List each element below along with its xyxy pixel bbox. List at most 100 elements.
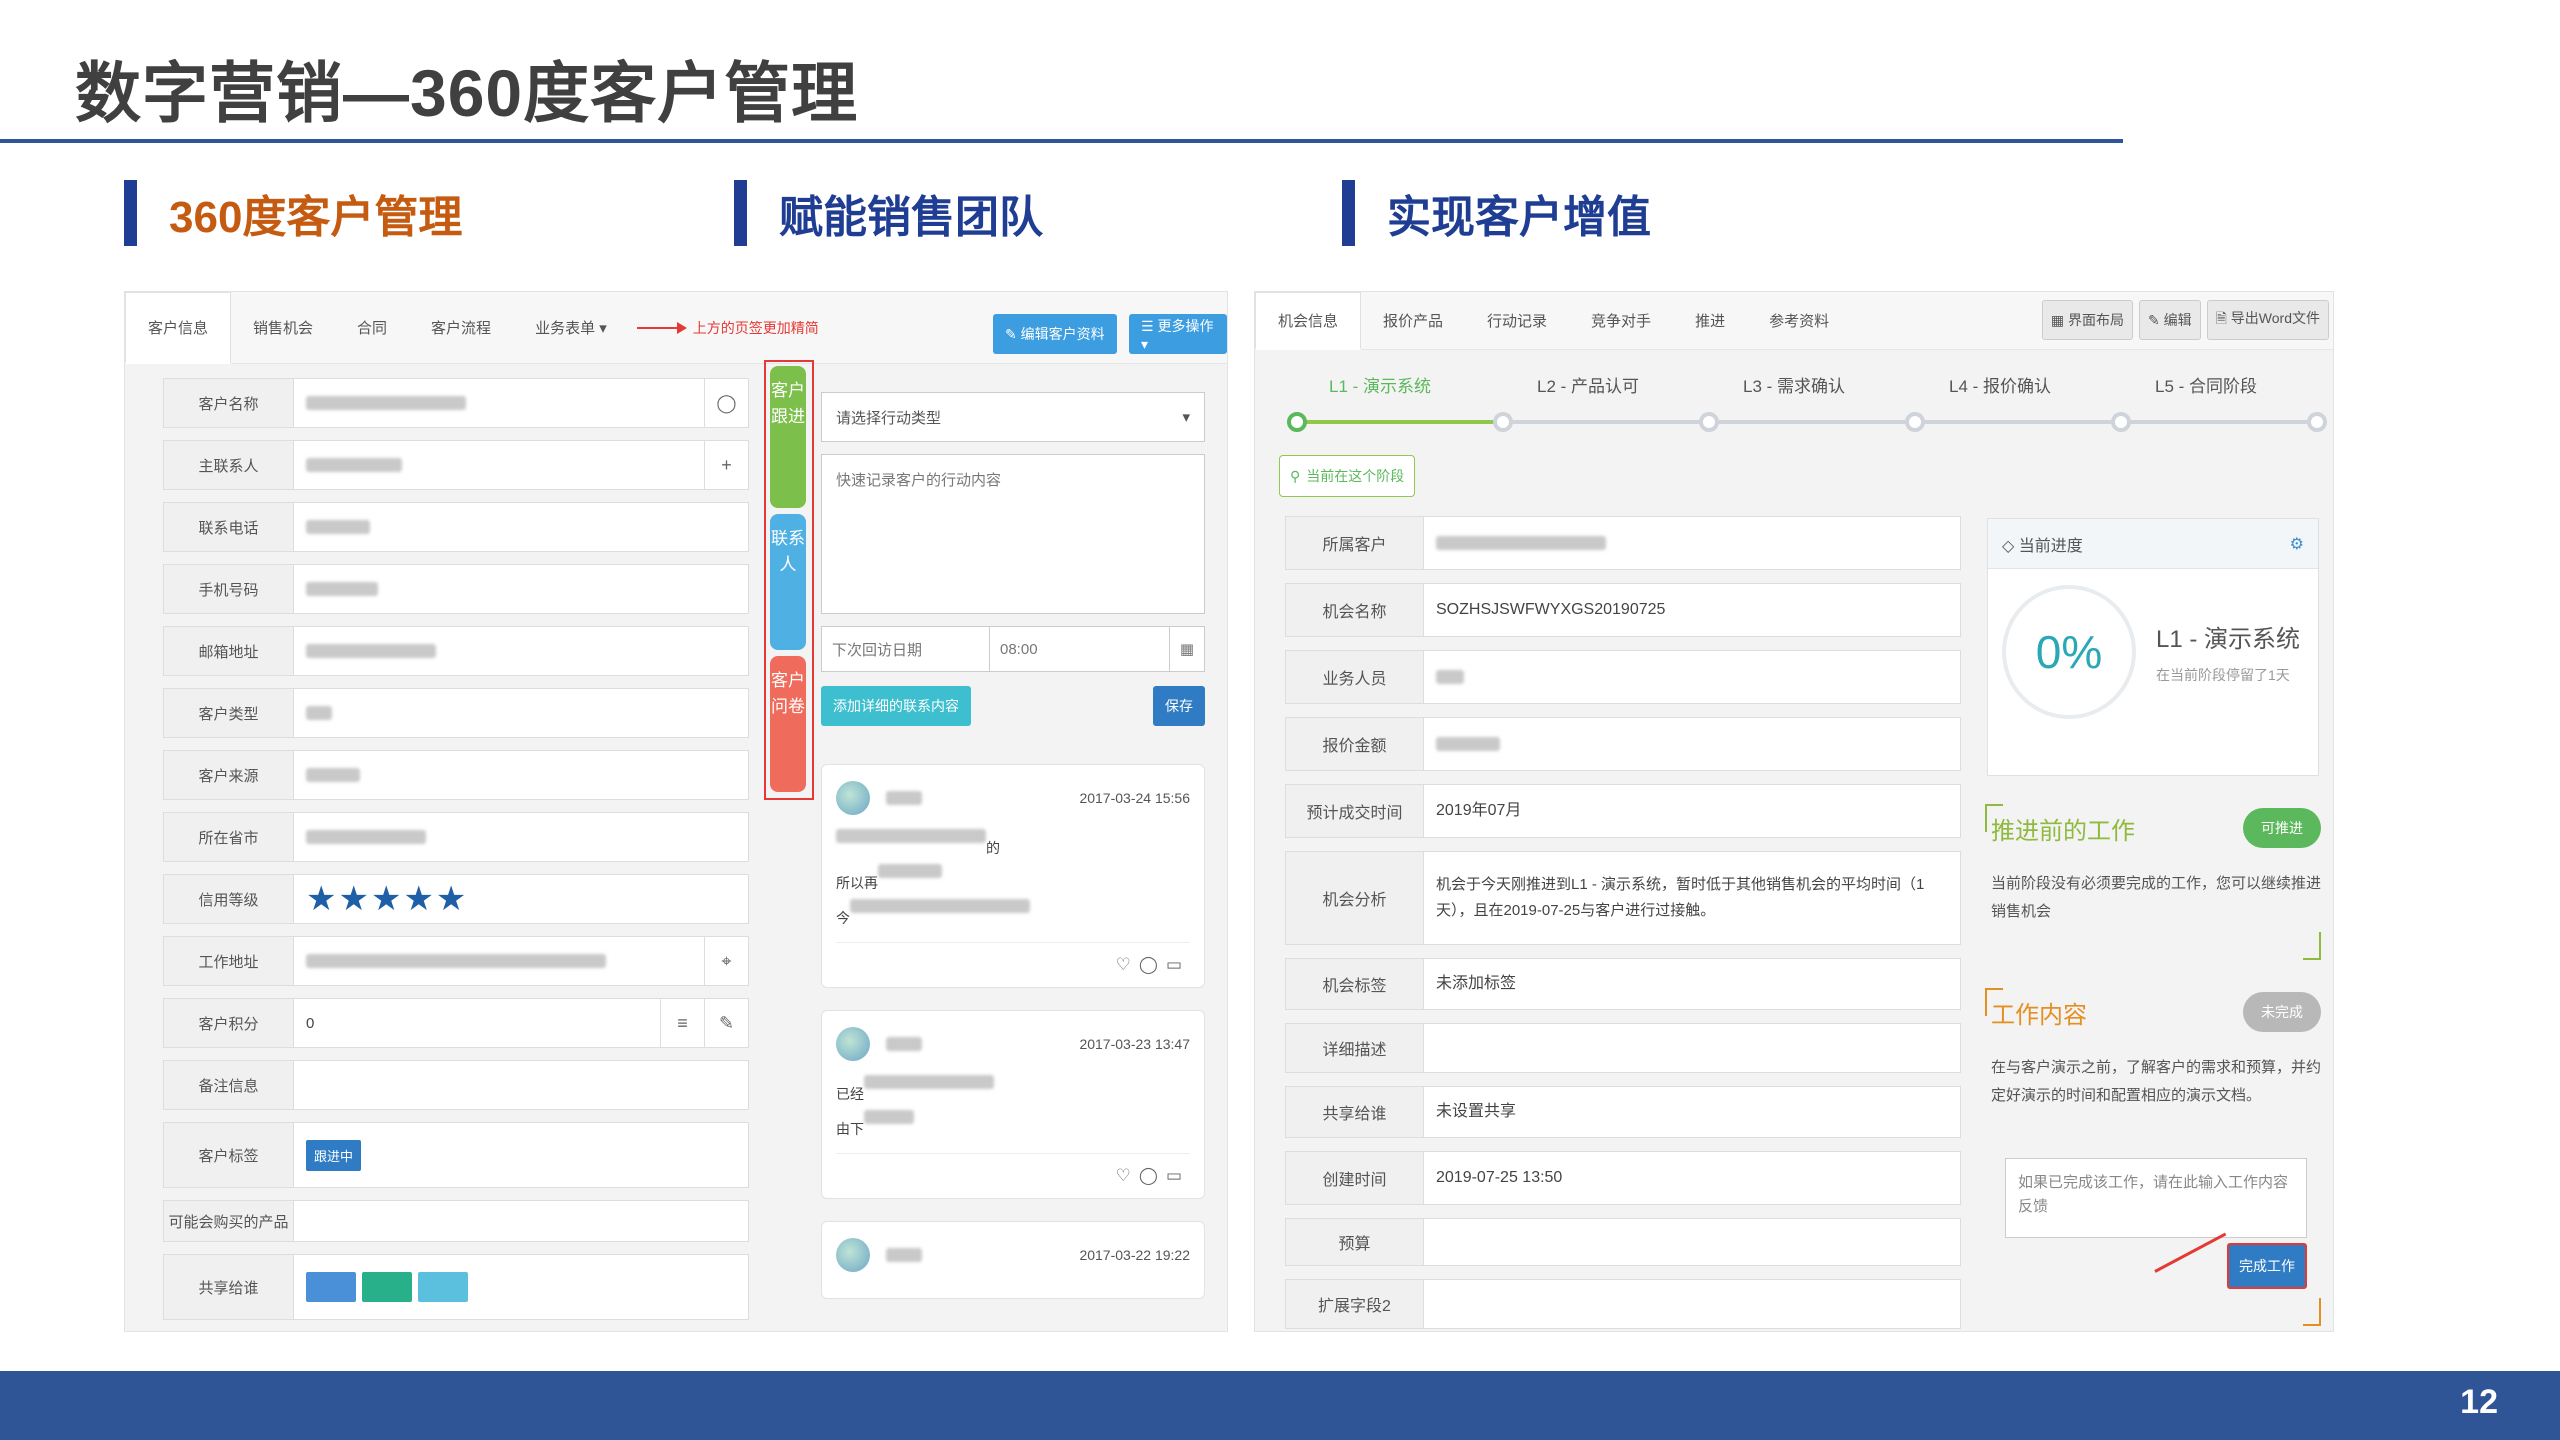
field-value[interactable] bbox=[294, 937, 704, 985]
next-visit-date-input[interactable]: 下次回访日期 bbox=[822, 627, 990, 671]
status-tag[interactable]: 跟进中 bbox=[306, 1139, 362, 1171]
tab-contract[interactable]: 合同 bbox=[335, 292, 409, 364]
field-customer-source: 客户来源 bbox=[163, 750, 749, 800]
feed-card-head: 2017-03-23 13:47 bbox=[836, 1027, 1190, 1061]
share-chip[interactable] bbox=[306, 1272, 356, 1302]
rating-stars-icon[interactable]: ★★★★★ bbox=[306, 879, 468, 919]
feed-line: 的 bbox=[986, 840, 1000, 856]
stage-dot[interactable] bbox=[1287, 412, 1307, 432]
field-customer-name: 客户名称 ◯ bbox=[163, 378, 749, 428]
stage-dot[interactable] bbox=[1493, 412, 1513, 432]
diamond-icon: ◇ bbox=[2002, 537, 2015, 555]
field-value: ★★★★★ bbox=[294, 875, 748, 923]
field-value[interactable] bbox=[294, 1201, 748, 1241]
stage-dot[interactable] bbox=[2111, 412, 2131, 432]
tab-business-form[interactable]: 业务表单 ▾ bbox=[513, 292, 629, 364]
folder-icon[interactable]: ▭ bbox=[1166, 1166, 1190, 1185]
field-value[interactable]: SOZHSJSWFWYXGS20190725 bbox=[1424, 584, 1960, 636]
stage-label[interactable]: L2 - 产品认可 bbox=[1537, 372, 1639, 397]
field-value[interactable] bbox=[294, 565, 748, 613]
chat-icon[interactable]: ◯ bbox=[704, 379, 748, 427]
stage-label[interactable]: L4 - 报价确认 bbox=[1949, 372, 2051, 397]
action-content-input[interactable]: 快速记录客户的行动内容 bbox=[821, 454, 1205, 614]
stage-label[interactable]: L5 - 合同阶段 bbox=[2155, 372, 2257, 397]
field-value[interactable] bbox=[1424, 1280, 1960, 1328]
field-opportunity-name: 机会名称 SOZHSJSWFWYXGS20190725 bbox=[1285, 583, 1961, 637]
customer-detail-screenshot: 客户信息 销售机会 合同 客户流程 业务表单 ▾ 上方的页签更加精简 ✎ 编辑客… bbox=[124, 291, 1228, 1332]
add-detail-button[interactable]: 添加详细的联系内容 bbox=[821, 686, 971, 726]
field-value[interactable] bbox=[294, 379, 704, 427]
tab-opportunity-info[interactable]: 机会信息 bbox=[1255, 292, 1362, 350]
stage-label[interactable]: L3 - 需求确认 bbox=[1743, 372, 1845, 397]
comment-icon[interactable]: ◯ bbox=[1139, 955, 1166, 974]
tab-competitors[interactable]: 竞争对手 bbox=[1569, 292, 1673, 350]
side-tab-follow-up[interactable]: 客户跟进 bbox=[770, 366, 806, 508]
field-value[interactable]: 0 bbox=[294, 999, 660, 1047]
field-value[interactable] bbox=[294, 751, 748, 799]
comment-icon[interactable]: ◯ bbox=[1139, 1166, 1166, 1185]
section-header-360: 360度客户管理 bbox=[124, 180, 462, 246]
tab-advance[interactable]: 推进 bbox=[1673, 292, 1747, 350]
action-type-select[interactable]: 请选择行动类型 ▾ bbox=[821, 392, 1205, 442]
list-icon[interactable]: ≡ bbox=[660, 999, 704, 1047]
field-value[interactable] bbox=[1424, 1024, 1960, 1072]
field-quote-amount: 报价金额 bbox=[1285, 717, 1961, 771]
stage-label[interactable]: L1 - 演示系统 bbox=[1329, 372, 1431, 397]
side-tab-contacts[interactable]: 联系人 bbox=[770, 514, 806, 650]
field-label: 客户积分 bbox=[164, 999, 294, 1047]
heart-icon[interactable]: ♡ bbox=[1116, 1166, 1139, 1185]
edit-customer-button[interactable]: ✎ 编辑客户资料 bbox=[993, 314, 1117, 354]
edit-icon[interactable]: ✎ bbox=[704, 999, 748, 1047]
field-value[interactable] bbox=[294, 503, 748, 551]
plus-icon[interactable]: + bbox=[704, 441, 748, 489]
folder-icon[interactable]: ▭ bbox=[1166, 955, 1190, 974]
stage-dot[interactable] bbox=[1699, 412, 1719, 432]
side-tab-questionnaire[interactable]: 客户问卷 bbox=[770, 656, 806, 792]
tab-customer-info[interactable]: 客户信息 bbox=[125, 292, 232, 364]
field-value[interactable]: 未添加标签 bbox=[1424, 959, 1960, 1009]
field-value[interactable] bbox=[1424, 1219, 1960, 1265]
opportunity-toolbar: ▦ 界面布局 ✎ 编辑 🗎 导出Word文件 bbox=[2041, 300, 2329, 340]
field-province-city: 所在省市 bbox=[163, 812, 749, 862]
heart-icon[interactable]: ♡ bbox=[1116, 955, 1139, 974]
tab-action-records[interactable]: 行动记录 bbox=[1465, 292, 1569, 350]
tab-quote-products[interactable]: 报价产品 bbox=[1361, 292, 1465, 350]
tab-customer-flow[interactable]: 客户流程 bbox=[409, 292, 513, 364]
share-chip[interactable] bbox=[418, 1272, 468, 1302]
more-actions-button[interactable]: ☰ 更多操作 ▾ bbox=[1129, 314, 1227, 354]
work-feedback-input[interactable]: 如果已完成该工作，请在此输入工作内容反馈 bbox=[2005, 1158, 2307, 1238]
field-value[interactable] bbox=[294, 1061, 748, 1109]
edit-button[interactable]: ✎ 编辑 bbox=[2139, 300, 2201, 340]
field-value[interactable] bbox=[294, 627, 748, 675]
next-visit-time-input[interactable]: 08:00 bbox=[990, 627, 1169, 671]
field-label: 客户标签 bbox=[164, 1123, 294, 1187]
field-value[interactable]: 2019年07月 bbox=[1424, 785, 1960, 837]
progress-duration: 在当前阶段停留了1天 bbox=[2156, 667, 2290, 683]
location-icon[interactable]: ⌖ bbox=[704, 937, 748, 985]
work-content-section: 工作内容 未完成 在与客户演示之前，了解客户的需求和预算，并约定好演示的时间和配… bbox=[1991, 992, 2321, 1110]
stage-dot[interactable] bbox=[1905, 412, 1925, 432]
field-value bbox=[294, 1255, 748, 1319]
field-label: 预计成交时间 bbox=[1286, 785, 1424, 837]
tab-sales-opportunity[interactable]: 销售机会 bbox=[231, 292, 335, 364]
stage-dot[interactable] bbox=[2307, 412, 2327, 432]
save-button[interactable]: 保存 bbox=[1153, 686, 1205, 726]
side-tabs: 客户跟进 联系人 客户问卷 bbox=[764, 360, 814, 800]
tab-references[interactable]: 参考资料 bbox=[1747, 292, 1851, 350]
field-value[interactable] bbox=[294, 441, 704, 489]
field-value[interactable] bbox=[294, 813, 748, 861]
share-chip[interactable] bbox=[362, 1272, 412, 1302]
advance-button[interactable]: 可推进 bbox=[2243, 808, 2321, 848]
gear-icon[interactable]: ⚙ bbox=[2290, 534, 2304, 554]
field-value[interactable] bbox=[1424, 651, 1960, 703]
field-label: 手机号码 bbox=[164, 565, 294, 613]
export-word-button[interactable]: 🗎 导出Word文件 bbox=[2206, 300, 2329, 340]
field-value[interactable]: 未设置共享 bbox=[1424, 1087, 1960, 1137]
calendar-icon[interactable]: ▦ bbox=[1168, 627, 1204, 671]
complete-work-button[interactable]: 完成工作 bbox=[2227, 1243, 2307, 1289]
field-value[interactable] bbox=[294, 689, 748, 737]
field-value[interactable] bbox=[1424, 517, 1960, 569]
avatar bbox=[836, 781, 870, 815]
field-value[interactable] bbox=[1424, 718, 1960, 770]
layout-button[interactable]: ▦ 界面布局 bbox=[2041, 300, 2134, 340]
